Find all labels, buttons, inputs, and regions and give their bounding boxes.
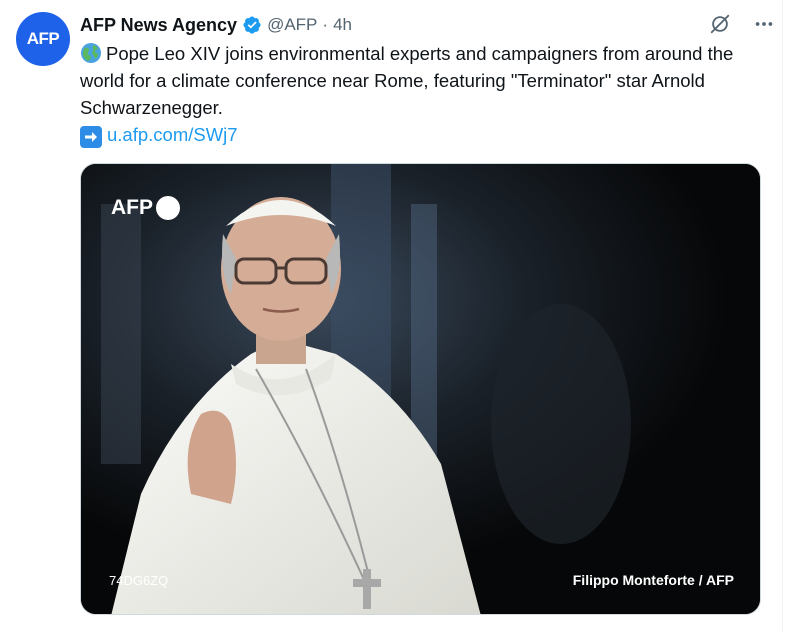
photo-illustration	[81, 164, 760, 614]
verified-badge-icon[interactable]	[242, 15, 262, 35]
photo-credit: Filippo Monteforte / AFP	[572, 572, 734, 588]
timeline-border	[782, 0, 783, 632]
tweet[interactable]: AFP AFP News Agency @AFP · 4h Pope Leo X…	[0, 0, 800, 632]
tweet-link[interactable]: u.afp.com/SWj7	[107, 124, 238, 145]
separator-dot: ·	[322, 15, 329, 34]
avatar-text: AFP	[26, 29, 60, 48]
tweet-header: AFP News Agency @AFP · 4h	[80, 12, 352, 38]
tweet-text: Pope Leo XIV joins environmental experts…	[80, 40, 740, 148]
afp-watermark-logo: AFP	[111, 196, 180, 220]
right-arrow-icon	[80, 126, 102, 148]
timestamp[interactable]: 4h	[333, 15, 352, 35]
handle[interactable]: @AFP	[267, 15, 317, 35]
photo-id: 74DG6ZQ	[109, 573, 169, 588]
tweet-media-photo[interactable]: AFP 74DG6ZQ Filippo Monteforte / AFP	[80, 163, 761, 615]
avatar[interactable]: AFP	[16, 12, 70, 66]
display-name[interactable]: AFP News Agency	[80, 15, 237, 36]
grok-icon[interactable]	[706, 10, 734, 38]
globe-icon	[80, 42, 102, 64]
tweet-body: Pope Leo XIV joins environmental experts…	[80, 43, 734, 118]
more-icon[interactable]	[750, 10, 778, 38]
top-actions	[706, 10, 778, 38]
